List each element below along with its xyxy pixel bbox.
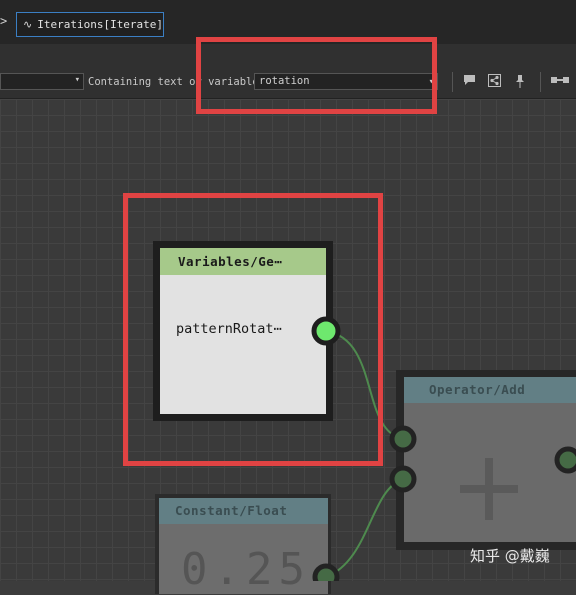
watermark: 知乎 @戴巍 [470,547,550,565]
input-port-a [389,425,417,453]
highlight-node-box [123,193,383,466]
add-output-port [554,446,576,474]
highlight-filter-box [196,37,437,114]
input-port-b [389,465,417,493]
constant-output-port [312,563,340,581]
